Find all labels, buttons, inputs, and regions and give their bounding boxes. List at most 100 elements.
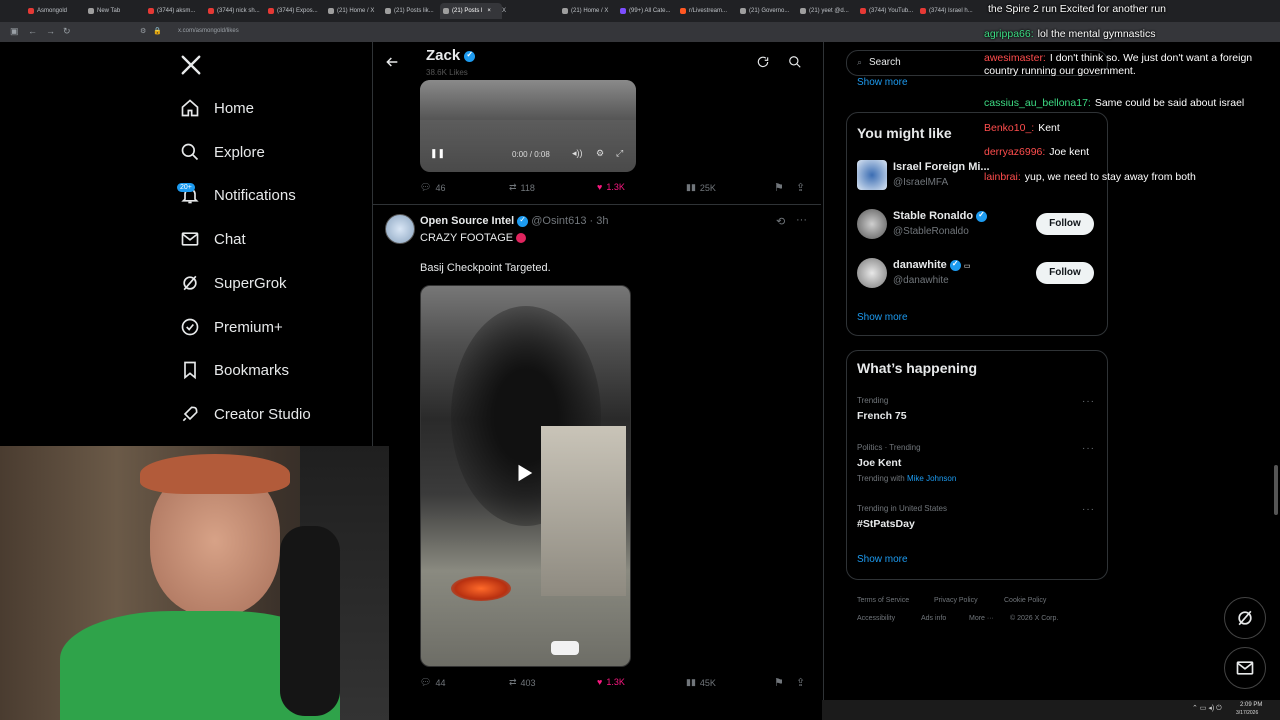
- post-timestamp[interactable]: 3h: [596, 215, 608, 227]
- trend-more-icon[interactable]: ···: [1082, 443, 1095, 454]
- share-icon[interactable]: ⇪: [796, 676, 805, 689]
- repost-button[interactable]: ⇄ 118: [509, 182, 535, 193]
- footer-link[interactable]: More ···: [969, 615, 994, 622]
- nav-explore[interactable]: Explore: [180, 139, 265, 165]
- nav-creator-studio[interactable]: Creator Studio: [180, 401, 311, 427]
- chat-message: lainbrai: yup, we need to stay away from …: [984, 171, 1274, 184]
- trend-title[interactable]: French 75: [857, 410, 907, 422]
- trend-extra: Trending with Mike Johnson: [857, 474, 956, 483]
- trend-title[interactable]: #StPatsDay: [857, 518, 915, 530]
- pause-icon[interactable]: ❚❚: [430, 148, 445, 159]
- like-button[interactable]: ♥ 1.3K: [597, 182, 625, 192]
- nav-supergrok[interactable]: SuperGrok: [180, 270, 287, 296]
- browser-tab[interactable]: r/Livestream...: [680, 4, 735, 18]
- browser-tab[interactable]: (21) Home / X: [328, 4, 383, 18]
- browser-tab[interactable]: New Tab: [88, 4, 143, 18]
- browser-tab[interactable]: (3744) aksm...: [148, 4, 203, 18]
- show-more-link[interactable]: Show more: [857, 312, 908, 323]
- like-count: 1.3K: [606, 182, 625, 192]
- grok-icon: [1238, 610, 1252, 626]
- views-button[interactable]: ▮▮ 25K: [686, 182, 716, 193]
- suggestion-name-text[interactable]: danawhite: [893, 259, 947, 271]
- grok-float-button[interactable]: [1224, 597, 1266, 639]
- fire: [451, 576, 511, 601]
- browser-tab[interactable]: X: [502, 4, 552, 18]
- footer-link[interactable]: Terms of Service: [857, 597, 909, 604]
- browser-tab[interactable]: (3744) YouTub...: [860, 4, 915, 18]
- post-author-handle[interactable]: @Osint613: [531, 215, 586, 227]
- footer-link[interactable]: Ads info: [921, 615, 946, 622]
- tray-icons[interactable]: ⌃ ▭ ◂) ⏻: [1192, 704, 1222, 713]
- footer-link[interactable]: Privacy Policy: [934, 597, 978, 604]
- browser-tab[interactable]: (99+) All Cate...: [620, 4, 675, 18]
- refresh-icon[interactable]: [756, 55, 770, 74]
- messages-float-button[interactable]: [1224, 647, 1266, 689]
- views-count: 45K: [699, 677, 716, 688]
- play-icon[interactable]: [513, 462, 535, 489]
- forward-icon[interactable]: →: [46, 26, 55, 36]
- back-arrow-icon[interactable]: [384, 54, 400, 75]
- nav-home[interactable]: Home: [180, 95, 254, 121]
- browser-tab[interactable]: (3744) Expos...: [268, 4, 323, 18]
- avatar[interactable]: [857, 160, 887, 190]
- trend-title[interactable]: Joe Kent: [857, 457, 901, 469]
- more-options-icon[interactable]: ···: [796, 214, 807, 226]
- avatar[interactable]: [857, 209, 887, 239]
- reply-button[interactable]: 💬︎ 44: [420, 677, 445, 688]
- browser-tab[interactable]: (3744) Israel h...: [920, 4, 975, 18]
- volume-icon[interactable]: ◂)): [572, 148, 583, 159]
- avatar[interactable]: [857, 258, 887, 288]
- follow-button[interactable]: Follow: [1036, 213, 1094, 235]
- scrollbar-thumb[interactable]: [1274, 465, 1278, 515]
- browser-tab[interactable]: Asmongold: [28, 4, 83, 18]
- tab-close-icon[interactable]: ×: [487, 8, 491, 14]
- video-player-1[interactable]: ❚❚ 0:00 / 0:08 ◂)) ⚙ ⤢: [420, 80, 636, 172]
- tab-favicon: [800, 8, 806, 14]
- settings-icon[interactable]: ⚙: [596, 148, 604, 159]
- nav-premium[interactable]: Premium+: [180, 314, 283, 340]
- show-more-link[interactable]: Show more: [857, 77, 908, 88]
- back-icon[interactable]: ←: [28, 26, 37, 36]
- browser-tab[interactable]: (3744) nick sh...: [208, 4, 263, 18]
- post-author-name[interactable]: Open Source Intel: [420, 215, 514, 227]
- suggestion-name-text[interactable]: Stable Ronaldo: [893, 210, 973, 222]
- browser-tab[interactable]: (21) Posts lik...: [385, 4, 440, 18]
- verified-icon: [464, 50, 476, 62]
- trend-more-icon[interactable]: ···: [1082, 396, 1095, 407]
- browser-tab[interactable]: (21) Home / X: [562, 4, 617, 18]
- browser-tab[interactable]: (21) yeet @d...: [800, 4, 855, 18]
- repost-button[interactable]: ⇄ 403: [509, 677, 536, 688]
- reply-button[interactable]: 💬︎ 46: [420, 182, 445, 193]
- search-profile-icon[interactable]: [788, 55, 802, 74]
- reload-icon[interactable]: ↻: [63, 26, 71, 37]
- bookmark-post-icon[interactable]: ⚑: [774, 181, 784, 194]
- x-logo-icon[interactable]: [180, 54, 202, 76]
- browser-tab[interactable]: (21) Governo...: [740, 4, 795, 18]
- browser-tab-active[interactable]: (21) Posts l ×: [440, 3, 502, 19]
- nav-chat[interactable]: Chat: [180, 226, 246, 252]
- views-count: 25K: [699, 182, 716, 193]
- trend-extra-link[interactable]: Mike Johnson: [907, 474, 956, 483]
- site-info-icon[interactable]: ⚙: [140, 27, 146, 35]
- trend-more-icon[interactable]: ···: [1082, 504, 1095, 515]
- sidebar-toggle-icon[interactable]: ▣: [10, 26, 19, 37]
- like-button[interactable]: ♥ 1.3K: [597, 677, 625, 687]
- nav-bookmarks[interactable]: Bookmarks: [180, 357, 289, 383]
- footer-link[interactable]: Accessibility: [857, 615, 895, 622]
- footer-link[interactable]: Cookie Policy: [1004, 597, 1046, 604]
- share-icon[interactable]: ⇪: [796, 181, 805, 194]
- nav-notifications[interactable]: Notifications: [180, 182, 296, 208]
- suggestion-name: danawhite ▭: [893, 259, 971, 271]
- show-more-link[interactable]: Show more: [857, 554, 908, 565]
- tab-favicon: [148, 8, 154, 14]
- fullscreen-icon[interactable]: ⤢: [616, 148, 623, 159]
- avatar[interactable]: [385, 214, 415, 244]
- video-player-2[interactable]: [420, 285, 631, 667]
- grok-post-icon[interactable]: ⟲: [776, 215, 785, 228]
- post-text-line2: Basij Checkpoint Targeted.: [420, 262, 551, 274]
- suggestion-name[interactable]: Israel Foreign Mi...: [893, 161, 990, 173]
- follow-button[interactable]: Follow: [1036, 262, 1094, 284]
- views-button[interactable]: ▮▮ 45K: [686, 677, 716, 688]
- bookmark-post-icon[interactable]: ⚑: [774, 676, 784, 689]
- url-field[interactable]: x.com/asmongold/likes: [178, 28, 239, 34]
